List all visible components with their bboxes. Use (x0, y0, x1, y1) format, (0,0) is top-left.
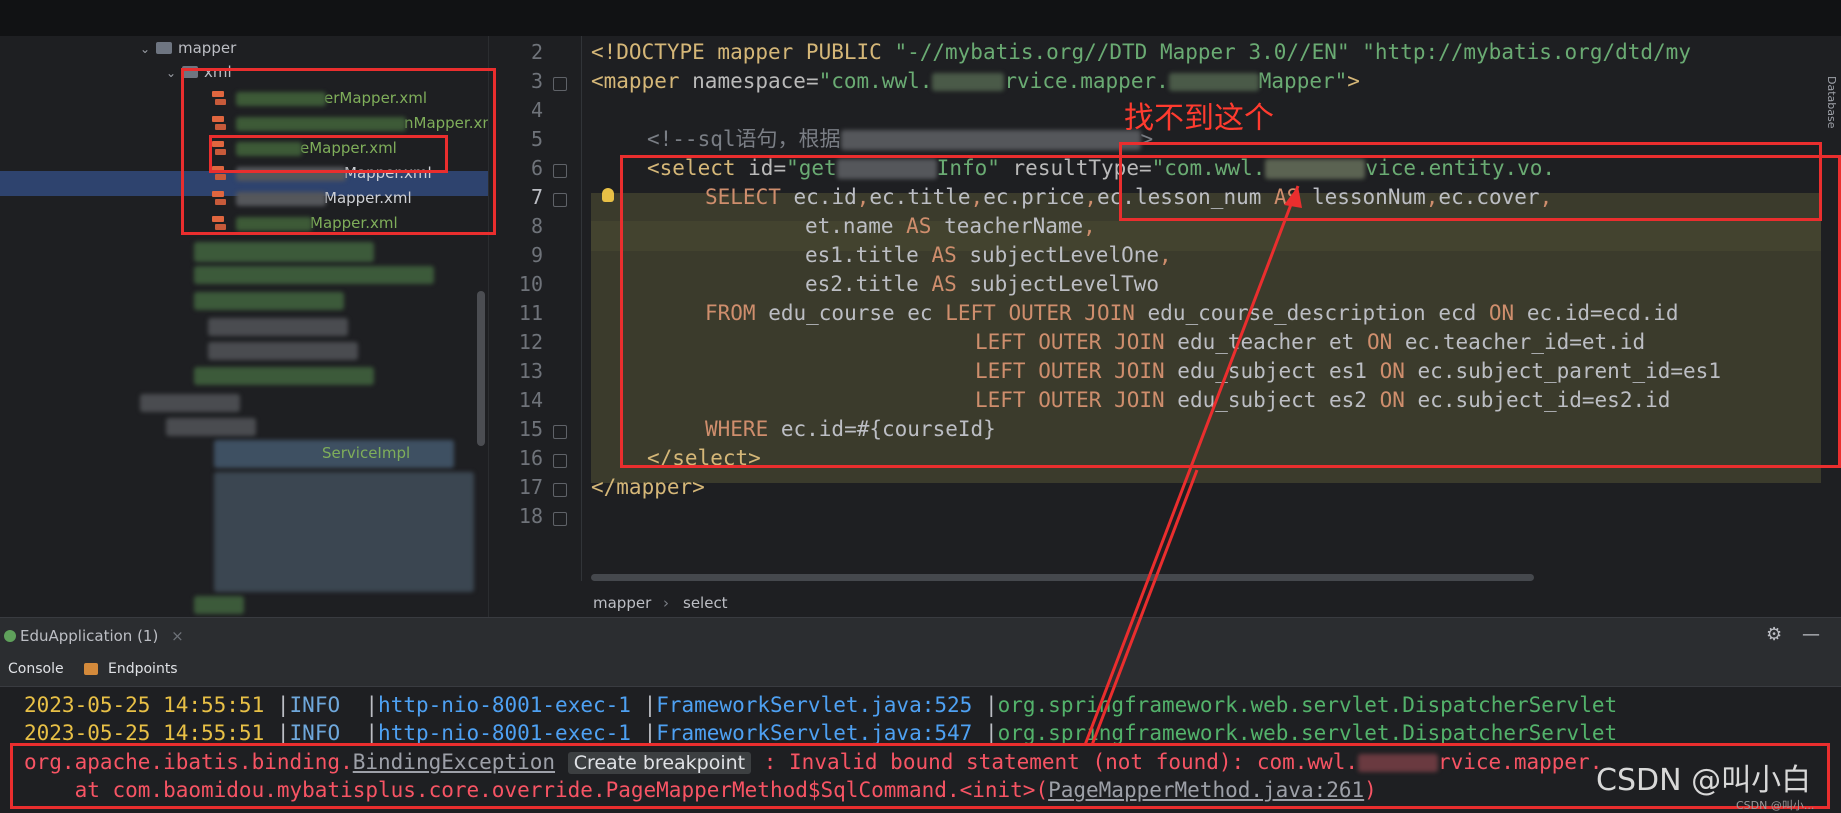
blurred-tree-item (194, 596, 244, 614)
line-number: 3 (530, 69, 543, 93)
line-number: 17 (518, 475, 543, 499)
blurred-tree-item (166, 418, 256, 436)
breadcrumb-item[interactable]: select (683, 589, 728, 617)
tab-endpoints[interactable]: Endpoints (108, 653, 178, 686)
breadcrumb-item[interactable]: mapper (593, 589, 651, 617)
line-number: 2 (530, 40, 543, 64)
chevron-down-icon[interactable]: ⌄ (166, 61, 182, 85)
annotation-label: 找不到这个 (1124, 101, 1274, 136)
annotation-box-result-type (1119, 142, 1822, 221)
tab-console[interactable]: Console (8, 653, 64, 686)
line-number: 16 (518, 446, 543, 470)
fold-icon[interactable] (553, 483, 567, 497)
close-icon[interactable]: × (171, 627, 184, 645)
run-tab-eduapplication[interactable]: EduApplication (1) × (4, 618, 184, 654)
blurred-tree-item (208, 342, 358, 360)
line-number: 10 (518, 272, 543, 296)
tree-file-serviceimpl[interactable]: ServiceImpl (322, 441, 410, 465)
fold-icon[interactable] (553, 164, 567, 178)
watermark: CSDN @叫小白 (1596, 763, 1812, 798)
chevron-down-icon[interactable]: ⌄ (140, 37, 156, 61)
run-tool-window-header: EduApplication (1) × ⚙ — (0, 617, 1841, 654)
fold-icon[interactable] (553, 454, 567, 468)
blurred-tree-item (194, 242, 374, 262)
spring-icon (4, 630, 16, 642)
line-number: 18 (518, 504, 543, 528)
blurred-tree-item (194, 292, 344, 310)
blurred-tree-item (208, 318, 348, 336)
fold-icon[interactable] (553, 77, 567, 91)
lightbulb-icon[interactable] (602, 188, 614, 202)
watermark-small: CSDN @叫小... (1736, 799, 1815, 812)
code-line-17: </mapper> (591, 475, 705, 499)
line-number: 8 (530, 214, 543, 238)
line-number: 5 (530, 127, 543, 151)
breadcrumb: mapper › select (489, 589, 1841, 617)
run-subtabs: Console Endpoints (0, 653, 1841, 687)
file-label: ServiceImpl (322, 444, 411, 462)
blurred-tree-item (194, 266, 434, 284)
line-number: 11 (518, 301, 543, 325)
gutter (489, 36, 581, 617)
tree-folder-mapper[interactable]: ⌄ mapper (140, 36, 236, 60)
line-number: 9 (530, 243, 543, 267)
folder-icon (156, 42, 172, 54)
line-number: 6 (530, 156, 543, 180)
gutter-separator (581, 36, 582, 581)
endpoints-icon (84, 663, 98, 675)
annotation-box-selected-file (209, 135, 448, 173)
line-number: 12 (518, 330, 543, 354)
database-tool-label[interactable]: Database (1825, 76, 1838, 129)
annotation-box-error (10, 743, 1830, 809)
code-line-3: <mapper namespace="com.wwl. rvice.mapper.… (591, 69, 1360, 93)
fold-icon[interactable] (553, 512, 567, 526)
breadcrumb-separator: › (663, 594, 669, 612)
fold-icon[interactable] (553, 193, 567, 207)
gear-icon[interactable]: ⚙ (1766, 624, 1782, 645)
blurred-tree-item (214, 472, 474, 592)
line-number: 4 (530, 98, 543, 122)
title-bar (0, 0, 1841, 36)
editor-horizontal-scrollbar[interactable] (591, 574, 1534, 581)
line-number-current: 7 (530, 185, 543, 209)
tree-scrollbar[interactable] (477, 291, 485, 446)
blurred-tree-item (140, 394, 240, 412)
code-line-5: <!--sql语句，根据 > (647, 127, 1154, 151)
folder-label: mapper (178, 39, 237, 57)
blurred-tree-item (194, 367, 374, 385)
minimize-icon[interactable]: — (1802, 624, 1820, 645)
line-number: 15 (518, 417, 543, 441)
fold-icon[interactable] (553, 425, 567, 439)
log-line: 2023-05-25 14:55:51 |INFO |http-nio-8001… (24, 693, 1618, 717)
code-line-2: <!DOCTYPE mapper PUBLIC "-//mybatis.org/… (591, 40, 1691, 64)
line-number: 14 (518, 388, 543, 412)
line-number: 13 (518, 359, 543, 383)
